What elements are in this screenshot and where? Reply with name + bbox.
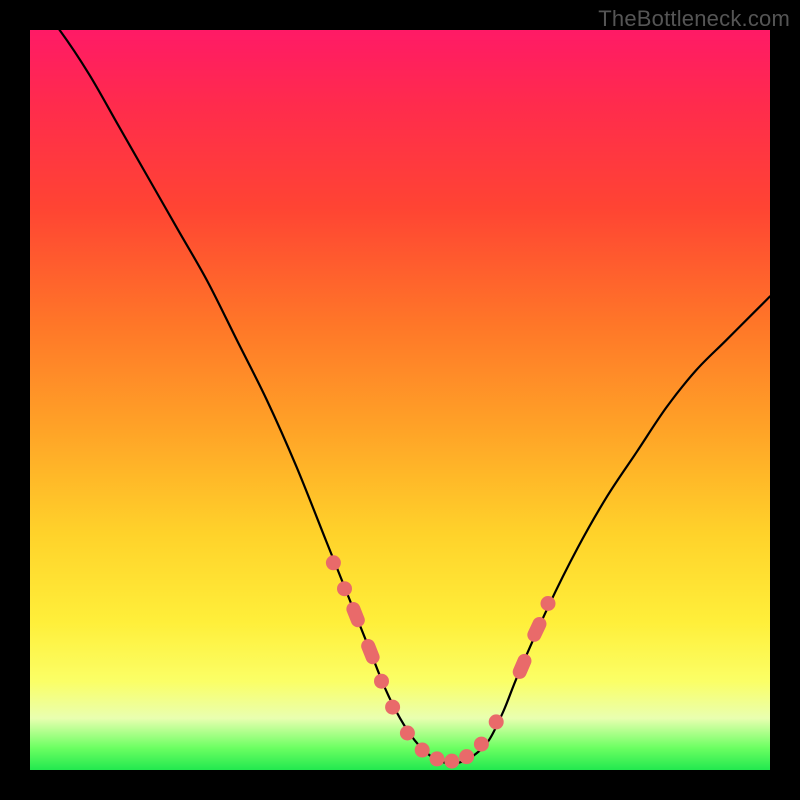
curve-marker xyxy=(511,652,534,681)
curve-marker xyxy=(326,555,341,570)
curve-marker xyxy=(344,600,367,629)
bottleneck-curve xyxy=(30,0,770,764)
curve-marker xyxy=(525,615,549,644)
curve-marker xyxy=(415,743,430,758)
curve-marker xyxy=(541,596,556,611)
plot-area xyxy=(30,30,770,770)
chart-svg xyxy=(30,30,770,770)
curve-marker xyxy=(359,637,382,666)
curve-marker xyxy=(400,726,415,741)
curve-marker xyxy=(459,749,474,764)
curve-markers xyxy=(326,555,556,768)
curve-marker xyxy=(474,737,489,752)
attribution-label: TheBottleneck.com xyxy=(598,6,790,32)
curve-marker xyxy=(337,581,352,596)
curve-marker xyxy=(385,700,400,715)
curve-marker xyxy=(374,674,389,689)
curve-marker xyxy=(489,714,504,729)
curve-marker xyxy=(444,754,459,769)
curve-marker xyxy=(430,751,445,766)
chart-frame: TheBottleneck.com xyxy=(0,0,800,800)
